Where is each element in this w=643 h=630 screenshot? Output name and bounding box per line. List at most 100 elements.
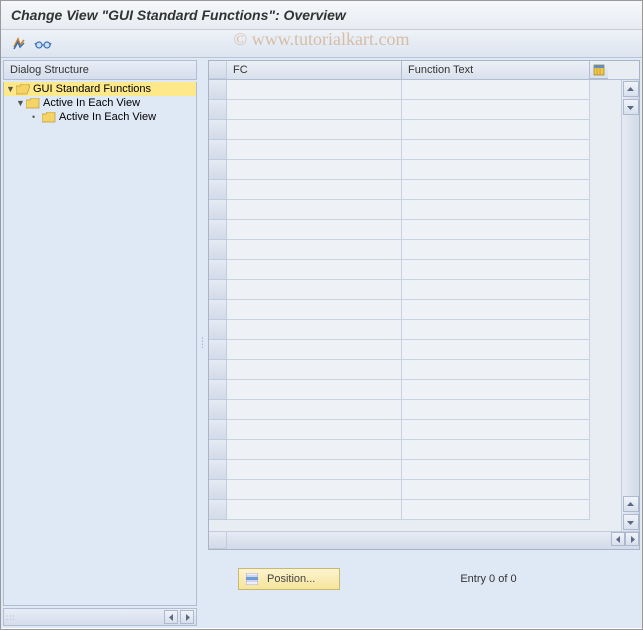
cell-function-text[interactable] xyxy=(402,280,590,300)
cell-fc[interactable] xyxy=(227,140,402,160)
cell-function-text[interactable] xyxy=(402,400,590,420)
table-row[interactable] xyxy=(209,340,621,360)
table-row[interactable] xyxy=(209,400,621,420)
table-row[interactable] xyxy=(209,360,621,380)
table-settings-button[interactable] xyxy=(590,61,608,79)
row-selector[interactable] xyxy=(209,280,227,300)
cell-function-text[interactable] xyxy=(402,360,590,380)
table-row[interactable] xyxy=(209,280,621,300)
tree-node-active-in-each-view[interactable]: ▼ Active In Each View xyxy=(4,96,196,110)
cell-function-text[interactable] xyxy=(402,320,590,340)
cell-function-text[interactable] xyxy=(402,480,590,500)
cell-function-text[interactable] xyxy=(402,80,590,100)
cell-fc[interactable] xyxy=(227,360,402,380)
row-selector[interactable] xyxy=(209,440,227,460)
cell-function-text[interactable] xyxy=(402,160,590,180)
table-row[interactable] xyxy=(209,180,621,200)
splitter-handle[interactable]: ●●●● xyxy=(199,58,206,628)
cell-function-text[interactable] xyxy=(402,380,590,400)
scroll-up-button-bottom[interactable] xyxy=(623,496,639,512)
row-selector[interactable] xyxy=(209,200,227,220)
table-row[interactable] xyxy=(209,80,621,100)
row-selector[interactable] xyxy=(209,400,227,420)
scroll-track[interactable] xyxy=(622,116,639,495)
cell-function-text[interactable] xyxy=(402,240,590,260)
row-selector[interactable] xyxy=(209,320,227,340)
row-selector[interactable] xyxy=(209,220,227,240)
cell-fc[interactable] xyxy=(227,380,402,400)
table-row[interactable] xyxy=(209,200,621,220)
cell-function-text[interactable] xyxy=(402,460,590,480)
cell-fc[interactable] xyxy=(227,500,402,520)
table-row[interactable] xyxy=(209,480,621,500)
sidebar-hscrollbar[interactable]: ::: xyxy=(3,608,197,626)
scroll-left-button[interactable] xyxy=(164,610,178,624)
row-selector[interactable] xyxy=(209,300,227,320)
row-selector[interactable] xyxy=(209,240,227,260)
table-row[interactable] xyxy=(209,160,621,180)
scroll-up-button[interactable] xyxy=(623,81,639,97)
table-row[interactable] xyxy=(209,300,621,320)
select-all-corner[interactable] xyxy=(209,61,227,79)
table-row[interactable] xyxy=(209,380,621,400)
cell-function-text[interactable] xyxy=(402,300,590,320)
cell-fc[interactable] xyxy=(227,180,402,200)
table-row[interactable] xyxy=(209,260,621,280)
column-header-fc[interactable]: FC xyxy=(227,61,402,79)
cell-fc[interactable] xyxy=(227,120,402,140)
row-selector[interactable] xyxy=(209,460,227,480)
cell-fc[interactable] xyxy=(227,460,402,480)
tree-node-active-in-each-view-child[interactable]: • Active In Each View xyxy=(4,110,196,124)
cell-function-text[interactable] xyxy=(402,260,590,280)
row-selector[interactable] xyxy=(209,420,227,440)
scroll-right-button[interactable] xyxy=(625,532,639,546)
cell-fc[interactable] xyxy=(227,300,402,320)
cell-fc[interactable] xyxy=(227,220,402,240)
cell-fc[interactable] xyxy=(227,320,402,340)
row-selector[interactable] xyxy=(209,340,227,360)
cell-function-text[interactable] xyxy=(402,180,590,200)
cell-function-text[interactable] xyxy=(402,340,590,360)
cell-fc[interactable] xyxy=(227,160,402,180)
table-row[interactable] xyxy=(209,500,621,520)
toggle-change-button[interactable] xyxy=(9,34,29,54)
cell-function-text[interactable] xyxy=(402,140,590,160)
row-selector[interactable] xyxy=(209,480,227,500)
display-button[interactable] xyxy=(33,34,53,54)
row-selector[interactable] xyxy=(209,380,227,400)
cell-fc[interactable] xyxy=(227,420,402,440)
scroll-left-button[interactable] xyxy=(611,532,625,546)
table-row[interactable] xyxy=(209,220,621,240)
cell-fc[interactable] xyxy=(227,480,402,500)
cell-function-text[interactable] xyxy=(402,440,590,460)
cell-fc[interactable] xyxy=(227,100,402,120)
cell-fc[interactable] xyxy=(227,280,402,300)
table-row[interactable] xyxy=(209,420,621,440)
cell-fc[interactable] xyxy=(227,400,402,420)
cell-function-text[interactable] xyxy=(402,420,590,440)
row-selector[interactable] xyxy=(209,100,227,120)
cell-fc[interactable] xyxy=(227,240,402,260)
table-row[interactable] xyxy=(209,120,621,140)
column-header-function-text[interactable]: Function Text xyxy=(402,61,590,79)
row-selector[interactable] xyxy=(209,120,227,140)
table-row[interactable] xyxy=(209,240,621,260)
cell-fc[interactable] xyxy=(227,340,402,360)
tree-node-gui-standard-functions[interactable]: ▼ GUI Standard Functions xyxy=(4,82,196,96)
table-row[interactable] xyxy=(209,320,621,340)
row-selector[interactable] xyxy=(209,360,227,380)
table-row[interactable] xyxy=(209,460,621,480)
cell-fc[interactable] xyxy=(227,440,402,460)
row-selector[interactable] xyxy=(209,180,227,200)
scroll-right-button[interactable] xyxy=(180,610,194,624)
cell-function-text[interactable] xyxy=(402,120,590,140)
cell-fc[interactable] xyxy=(227,80,402,100)
row-selector[interactable] xyxy=(209,80,227,100)
table-row[interactable] xyxy=(209,140,621,160)
row-selector[interactable] xyxy=(209,140,227,160)
cell-function-text[interactable] xyxy=(402,200,590,220)
row-selector[interactable] xyxy=(209,160,227,180)
position-button[interactable]: Position... xyxy=(238,568,340,590)
table-row[interactable] xyxy=(209,440,621,460)
cell-function-text[interactable] xyxy=(402,500,590,520)
